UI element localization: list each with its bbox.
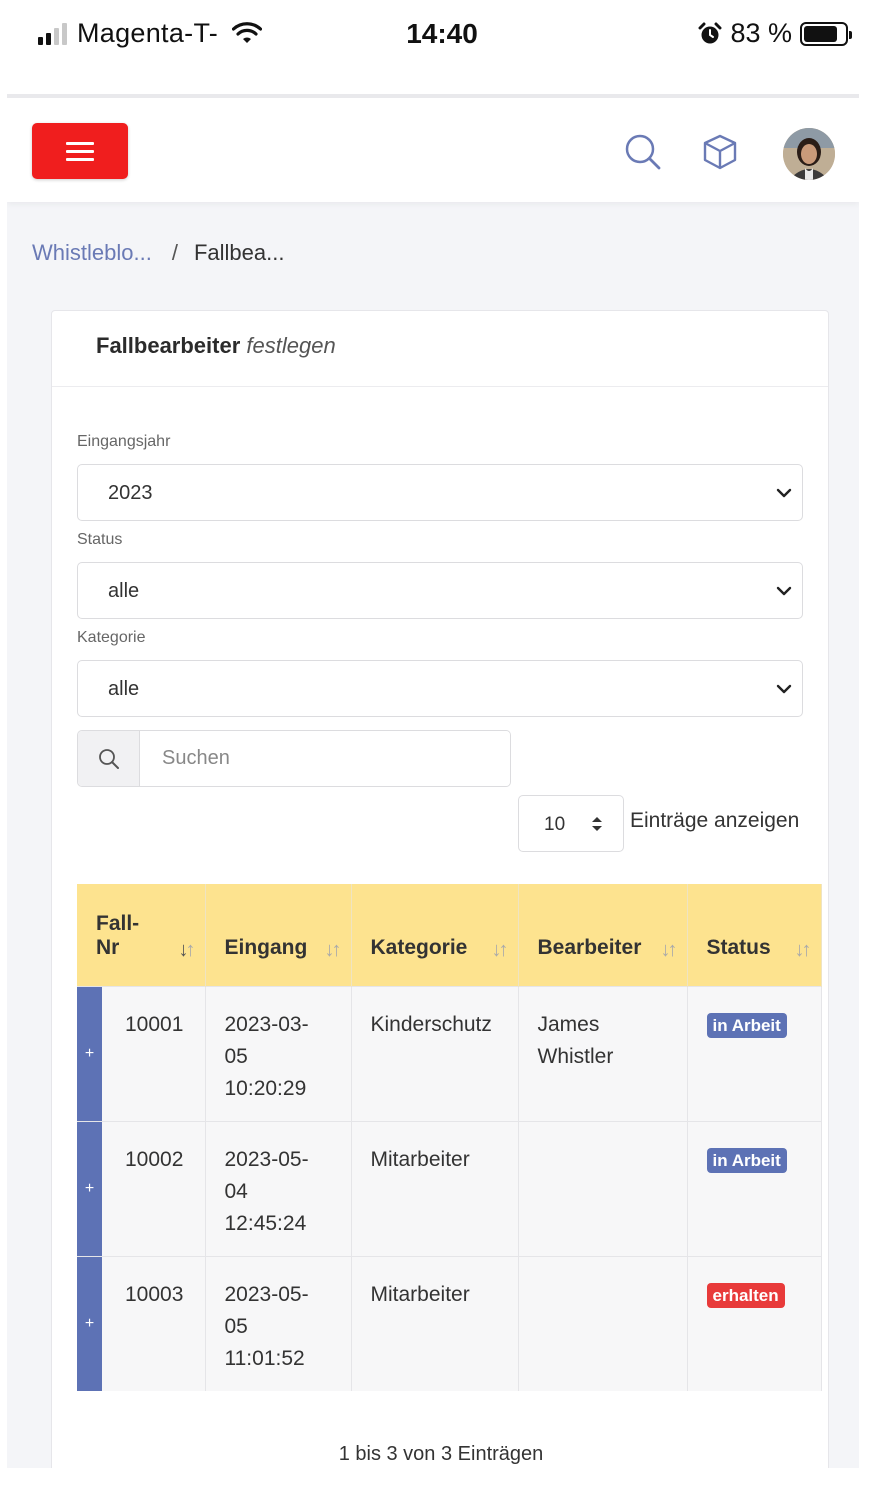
table-row[interactable]: +10003 2023-05-05 11:01:52 Mitarbeiter e… [77, 1255, 822, 1391]
year-label: Eingangsjahr [77, 433, 171, 450]
status-badge: in Arbeit [706, 1012, 787, 1038]
cell-kategorie: Mitarbeiter [351, 1255, 519, 1391]
sort-icon: ↓↑ [491, 938, 509, 961]
column-header-status[interactable]: Status ↓↑ [687, 884, 822, 986]
cell-eingang: 2023-05-05 11:01:52 [205, 1255, 352, 1391]
column-header-label: Fall-Nr [96, 911, 140, 959]
search-input[interactable] [140, 731, 510, 786]
cell-eingang: 2023-05-04 12:45:24 [205, 1120, 352, 1256]
table-header-row: Fall-Nr ↓↑ Eingang ↓↑ Kategorie ↓↑ Bearbeit… [77, 884, 822, 986]
status-badge: erhalten [706, 1282, 785, 1308]
status-bar-right: 83 % [698, 18, 852, 49]
column-header-label: Kategorie [370, 935, 468, 959]
menu-button[interactable] [32, 123, 128, 179]
category-select-value: alle [108, 678, 140, 700]
status-badge: in Arbeit [706, 1147, 787, 1173]
year-select[interactable]: 2023 [77, 464, 803, 521]
search-addon [78, 731, 140, 786]
card-title: Fallbearbeiter [96, 333, 241, 358]
cell-kategorie: Mitarbeiter [351, 1120, 519, 1256]
cell-status: in Arbeit [687, 985, 822, 1121]
sort-icon: ↓↑ [324, 938, 342, 961]
category-label: Kategorie [77, 629, 146, 646]
cell-fallnr-value: 10001 [125, 1012, 184, 1036]
expand-row-button[interactable]: + [77, 1121, 102, 1256]
cell-fallnr: +10002 [77, 1120, 206, 1256]
breadcrumb-link-whistleblower[interactable]: Whistleblo... [32, 240, 152, 266]
menu-icon [66, 141, 94, 145]
top-navbar [7, 98, 859, 202]
table-row[interactable]: +10002 2023-05-04 12:45:24 Mitarbeiter i… [77, 1120, 822, 1256]
chevron-down-icon [776, 586, 792, 596]
cell-kategorie: Kinderschutz [351, 985, 519, 1121]
chevron-down-icon [776, 488, 792, 498]
status-select-value: alle [108, 580, 140, 602]
column-header-eingang[interactable]: Eingang ↓↑ [205, 884, 352, 986]
sort-icon: ↓↑ [660, 938, 678, 961]
sort-updown-icon [592, 817, 602, 831]
cell-fallnr-value: 10002 [125, 1147, 184, 1171]
breadcrumb-separator: / [171, 240, 178, 265]
search-group [77, 730, 511, 787]
cell-status: in Arbeit [687, 1120, 822, 1256]
case-handler-card: Fallbearbeiter festlegen Eingangsjahr 20… [51, 310, 829, 1468]
cell-status: erhalten [687, 1255, 822, 1391]
cell-fallnr-value: 10003 [125, 1282, 184, 1306]
column-header-label: Bearbeiter [537, 935, 642, 959]
search-icon [98, 748, 119, 769]
column-header-kategorie[interactable]: Kategorie ↓↑ [351, 884, 519, 986]
app-window: Whistleblo... / Fallbea... Fallbearbeite… [7, 94, 859, 1468]
column-header-label: Status [706, 935, 771, 959]
cell-fallnr: +10003 [77, 1255, 206, 1391]
breadcrumb: Whistleblo... / Fallbea... [32, 240, 284, 266]
cell-fallnr: +10001 [77, 985, 206, 1121]
battery-icon [800, 21, 852, 46]
table-row[interactable]: +10001 2023-03-05 10:20:29 Kinderschutz … [77, 985, 822, 1121]
cases-table: Fall-Nr ↓↑ Eingang ↓↑ Kategorie ↓↑ Bearbeit… [77, 884, 822, 1391]
card-title-emphasis: festlegen [246, 333, 336, 358]
battery-fill [804, 25, 838, 42]
avatar-image [783, 128, 835, 180]
cube-icon[interactable] [700, 132, 740, 172]
avatar[interactable] [783, 128, 835, 180]
search-icon[interactable] [623, 132, 663, 172]
year-select-value: 2023 [108, 482, 153, 504]
cell-bearbeiter [518, 1255, 688, 1391]
column-header-bearbeiter[interactable]: Bearbeiter ↓↑ [518, 884, 688, 986]
table-info: 1 bis 3 von 3 Einträgen [338, 1443, 544, 1465]
breadcrumb-current: Fallbea... [193, 240, 285, 265]
status-select[interactable]: alle [77, 562, 803, 619]
entries-length-select[interactable]: 10 [518, 795, 624, 852]
cell-bearbeiter: James Whistler [518, 985, 688, 1121]
sort-icon: ↓↑ [178, 938, 196, 961]
entries-length-label: Einträge anzeigen [630, 809, 800, 832]
status-label: Status [77, 531, 123, 548]
card-header: Fallbearbeiter festlegen [52, 311, 828, 387]
status-bar: Magenta-T- 14:40 83 % [0, 0, 884, 72]
category-select[interactable]: alle [77, 660, 803, 717]
sort-icon: ↓↑ [794, 938, 812, 961]
expand-row-button[interactable]: + [77, 986, 102, 1121]
column-header-fallnr[interactable]: Fall-Nr ↓↑ [77, 884, 206, 986]
column-header-label: Eingang [224, 935, 308, 959]
cell-eingang: 2023-03-05 10:20:29 [205, 985, 352, 1121]
alarm-icon [698, 22, 722, 43]
expand-row-button[interactable]: + [77, 1256, 102, 1391]
cell-bearbeiter [518, 1120, 688, 1256]
entries-length-value: 10 [544, 814, 566, 835]
battery-percent: 83 % [730, 18, 792, 48]
chevron-down-icon [776, 684, 792, 694]
